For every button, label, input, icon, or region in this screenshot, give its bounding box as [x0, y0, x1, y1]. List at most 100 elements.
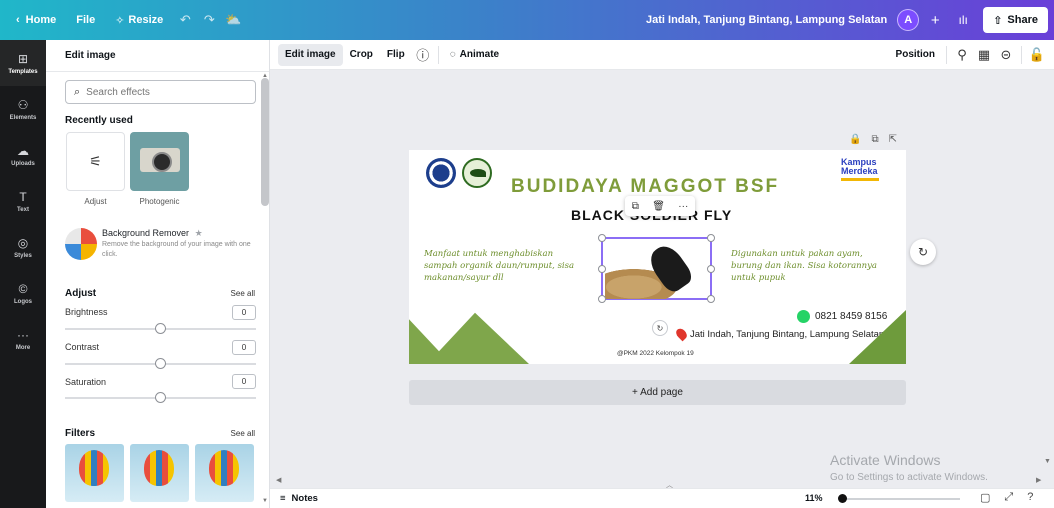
design-heading[interactable]: BUDIDAYA MAGGOT BSF	[511, 176, 779, 198]
cloud-save-icon[interactable]: ⛅	[221, 7, 245, 33]
rail-item-text[interactable]: T Text	[0, 178, 46, 224]
selected-image[interactable]	[598, 234, 715, 303]
more-options-icon[interactable]: ···	[678, 201, 688, 212]
search-box[interactable]: ⌕	[65, 80, 256, 104]
elements-icon: ⚇	[17, 97, 29, 112]
caption-right[interactable]: Digunakan untuk pakan ayam, burung dan i…	[731, 248, 891, 284]
refresh-icon[interactable]: ↻	[910, 239, 936, 265]
zoom-slider-handle[interactable]	[838, 494, 848, 503]
resize-handle[interactable]	[707, 295, 715, 303]
duplicate-element-icon[interactable]: ⧉	[632, 201, 639, 212]
duplicate-page-icon[interactable]: ⧉	[871, 134, 878, 145]
filter-thumb[interactable]	[130, 444, 189, 502]
saturation-value-field[interactable]: 0	[232, 374, 256, 389]
location-pin-icon	[674, 326, 689, 342]
home-button[interactable]: ‹ Home	[6, 7, 66, 33]
insights-chart-icon[interactable]: ılı	[951, 7, 975, 33]
resize-handle[interactable]	[707, 265, 715, 273]
styles-icon: ◎	[17, 235, 29, 250]
contrast-slider[interactable]	[65, 358, 256, 369]
help-icon[interactable]: ?	[1027, 491, 1033, 504]
brightness-slider[interactable]	[65, 323, 256, 334]
rail-label-styles: Styles	[14, 252, 32, 259]
resize-label: Resize	[128, 14, 164, 26]
vertical-scroll-arrow-icon[interactable]: ▼	[1044, 458, 1051, 465]
page-count-icon[interactable]: ▢	[980, 491, 990, 504]
resize-handle[interactable]	[598, 265, 606, 273]
rail-item-templates[interactable]: ⊞ Templates	[0, 40, 46, 86]
trash-icon[interactable]: 🗑	[652, 201, 665, 212]
paint-roller-icon[interactable]: ⚲	[951, 47, 973, 63]
position-button[interactable]: Position	[889, 44, 942, 66]
scroll-down-arrow-icon[interactable]: ▼	[262, 498, 268, 504]
contrast-slider-handle[interactable]	[155, 358, 166, 369]
photogenic-effect-thumb[interactable]	[130, 132, 189, 191]
home-label: Home	[25, 14, 57, 26]
link-icon[interactable]: ⊝	[995, 47, 1017, 63]
lock-icon[interactable]: 🔓	[1026, 47, 1048, 63]
zoom-level[interactable]: 11%	[805, 493, 823, 503]
panel-scrollbar[interactable]	[261, 78, 269, 206]
rotate-handle-icon[interactable]: ↻	[652, 320, 668, 336]
more-icon: ···	[17, 327, 29, 342]
rail-label-more: More	[15, 344, 31, 351]
saturation-slider-handle[interactable]	[155, 392, 166, 403]
add-page-button[interactable]: + Add page	[409, 380, 906, 405]
camera-image	[140, 148, 180, 172]
caption-left[interactable]: Manfaat untuk menghabiskan sampah organi…	[424, 248, 584, 284]
add-page-icon[interactable]: ⇱	[889, 134, 897, 145]
resize-handle[interactable]	[707, 234, 715, 242]
rail-item-styles[interactable]: ◎ Styles	[0, 224, 46, 270]
rail-label-logos: Logos	[14, 298, 32, 305]
rail-item-more[interactable]: ··· More	[0, 316, 46, 362]
info-icon[interactable]: ⓘ	[412, 45, 434, 64]
adjust-see-all-link[interactable]: See all	[231, 289, 255, 298]
horizontal-scrollbar[interactable]: ◀ ︿ ▶	[270, 476, 1054, 489]
rail-item-uploads[interactable]: ☁ Uploads	[0, 132, 46, 178]
avatar[interactable]: A	[897, 9, 920, 31]
share-button[interactable]: ⇧ Share	[983, 7, 1048, 33]
saturation-slider[interactable]	[65, 392, 256, 403]
resize-handle[interactable]	[598, 234, 606, 242]
filters-see-all-link[interactable]: See all	[231, 429, 255, 438]
adjust-effect-thumb[interactable]: ⚟	[66, 132, 125, 191]
file-menu-button[interactable]: File	[66, 7, 105, 33]
design-page[interactable]: Kampus Merdeka BUDIDAYA MAGGOT BSF BLACK…	[409, 150, 906, 364]
flip-button[interactable]: Flip	[380, 44, 412, 66]
resize-button[interactable]: ✧ Resize	[105, 7, 173, 33]
brightness-slider-handle[interactable]	[155, 323, 166, 334]
resize-handle[interactable]	[598, 295, 606, 303]
templates-icon: ⊞	[17, 51, 29, 66]
toolbar-divider	[946, 45, 947, 64]
fullscreen-icon[interactable]: ⤢	[1004, 491, 1013, 504]
page-lock-icon[interactable]: 🔒	[849, 134, 861, 145]
notes-button[interactable]: ≡ Notes	[280, 493, 318, 504]
zoom-slider[interactable]	[838, 494, 960, 503]
transparency-icon[interactable]: ▦	[973, 47, 995, 63]
phone-number[interactable]: 0821 8459 8156	[815, 311, 887, 322]
filter-thumb[interactable]	[195, 444, 254, 502]
invite-plus-icon[interactable]: +	[925, 7, 945, 33]
animate-button[interactable]: ◌ Animate	[443, 44, 506, 66]
rail-item-logos[interactable]: © Logos	[0, 270, 46, 316]
design-title[interactable]: Jati Indah, Tanjung Bintang, Lampung Sel…	[646, 14, 887, 26]
animate-icon: ◌	[449, 49, 456, 60]
brightness-value-field[interactable]: 0	[232, 305, 256, 320]
redo-icon[interactable]: ↷	[197, 7, 221, 33]
edit-image-button[interactable]: Edit image	[278, 43, 343, 66]
copyright-text[interactable]: @PKM 2022 Kelompok 19	[617, 350, 694, 357]
undo-icon[interactable]: ↶	[173, 7, 197, 33]
address-text[interactable]: Jati Indah, Tanjung Bintang, Lampung Sel…	[690, 329, 884, 340]
crop-button[interactable]: Crop	[343, 44, 380, 66]
background-remover-item[interactable]: Background Remover ★ Remove the backgrou…	[65, 228, 260, 264]
search-icon: ⌕	[74, 85, 81, 98]
contrast-value-field[interactable]: 0	[232, 340, 256, 355]
uploads-icon: ☁	[17, 143, 29, 158]
scroll-left-arrow-icon[interactable]: ◀	[276, 476, 281, 484]
rail-item-elements[interactable]: ⚇ Elements	[0, 86, 46, 132]
scroll-right-arrow-icon[interactable]: ▶	[1036, 476, 1041, 484]
search-effects-input[interactable]	[86, 86, 237, 98]
rail-label-templates: Templates	[8, 68, 38, 75]
filter-thumb[interactable]	[65, 444, 124, 502]
decorative-polygon-left	[409, 312, 529, 364]
